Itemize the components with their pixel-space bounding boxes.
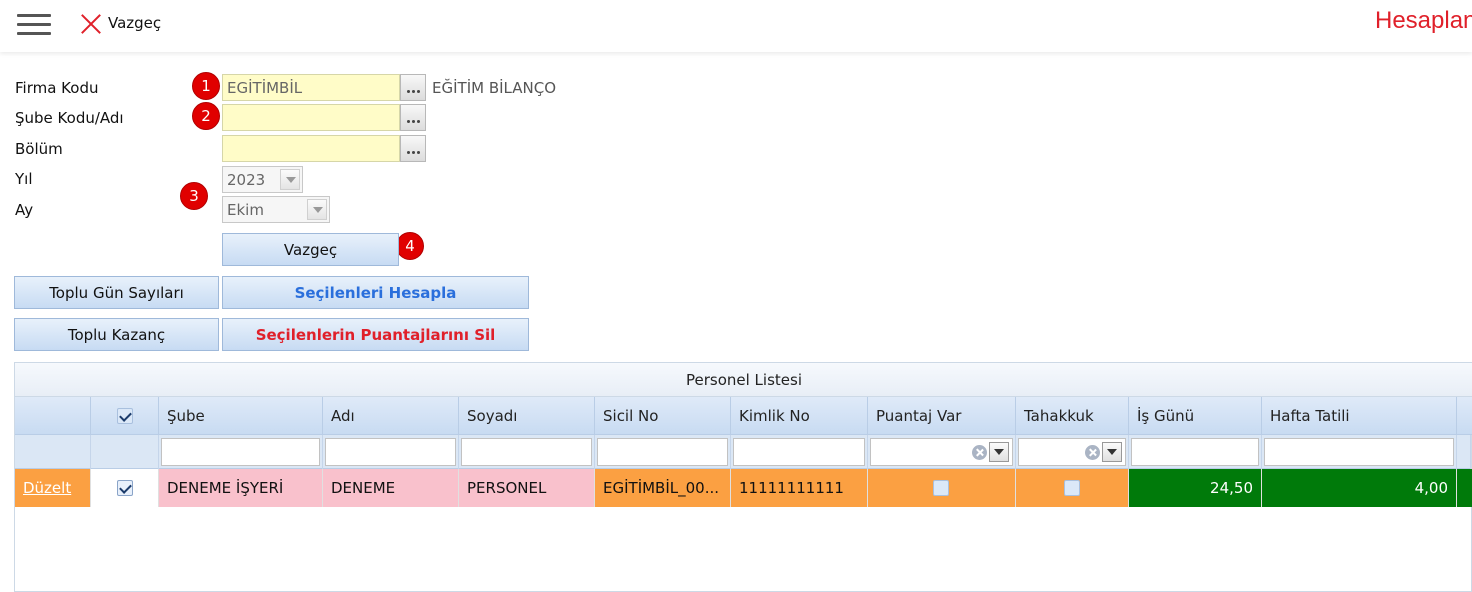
branch-cell: DENEME İŞYERİ bbox=[159, 469, 323, 507]
chevron-down-icon[interactable] bbox=[1102, 442, 1122, 462]
header-edit bbox=[15, 397, 91, 435]
header-accrual[interactable]: Tahakkuk bbox=[1016, 397, 1129, 435]
calculate-selected-button[interactable]: Seçilenleri Hesapla bbox=[222, 276, 529, 309]
filter-branch-input[interactable] bbox=[161, 438, 320, 466]
weekend-cell: 4,00 bbox=[1262, 469, 1457, 507]
filter-surname-input[interactable] bbox=[461, 438, 592, 466]
bulk-earnings-button[interactable]: Toplu Kazanç bbox=[14, 318, 219, 351]
filter-name-input[interactable] bbox=[325, 438, 456, 466]
year-label: Yıl bbox=[15, 170, 33, 188]
registry-cell: EGİTİMBİL_00... bbox=[595, 469, 731, 507]
timesheet-checkbox[interactable] bbox=[933, 480, 949, 496]
header-weekend[interactable]: Hafta Tatili bbox=[1262, 397, 1457, 435]
month-value: Ekim bbox=[227, 201, 264, 219]
step-badge-1: 1 bbox=[192, 72, 220, 100]
section-lookup-button[interactable] bbox=[400, 135, 426, 162]
filter-work-days-input[interactable] bbox=[1131, 438, 1259, 466]
accrual-checkbox[interactable] bbox=[1064, 480, 1080, 496]
header-name[interactable]: Adı bbox=[323, 397, 459, 435]
filter-work-days[interactable] bbox=[1129, 435, 1262, 469]
filter-registry[interactable] bbox=[595, 435, 731, 469]
grid-title: Personel Listesi bbox=[15, 363, 1472, 397]
row-checkbox[interactable] bbox=[117, 480, 133, 496]
bulk-days-button[interactable]: Toplu Gün Sayıları bbox=[14, 276, 219, 309]
more-icon bbox=[406, 109, 421, 127]
filter-accrual[interactable] bbox=[1016, 435, 1129, 469]
header-timesheet[interactable]: Puantaj Var bbox=[868, 397, 1016, 435]
filter-overflow bbox=[1457, 435, 1471, 469]
firm-code-lookup-button[interactable] bbox=[400, 74, 426, 101]
section-input[interactable] bbox=[222, 135, 400, 162]
filter-id-no-input[interactable] bbox=[733, 438, 865, 466]
step-badge-4: 4 bbox=[396, 232, 424, 260]
top-cancel-label: Vazgeç bbox=[108, 14, 162, 32]
edit-cell[interactable]: Düzelt bbox=[15, 469, 91, 507]
filter-registry-input[interactable] bbox=[597, 438, 728, 466]
top-bar: Vazgeç Hesaplan bbox=[0, 0, 1472, 52]
id-no-cell: 11111111111 bbox=[731, 469, 868, 507]
month-select[interactable]: Ekim bbox=[222, 196, 330, 223]
branch-lookup-button[interactable] bbox=[400, 104, 426, 131]
grid-filter-row bbox=[15, 435, 1471, 469]
header-registry[interactable]: Sicil No bbox=[595, 397, 731, 435]
cancel-button[interactable]: Vazgeç bbox=[222, 233, 399, 266]
firm-code-label: Firma Kodu bbox=[15, 79, 99, 97]
table-row[interactable]: Düzelt DENEME İŞYERİ DENEME PERSONEL EGİ… bbox=[15, 469, 1472, 507]
firm-code-input[interactable]: EGİTİMBİL bbox=[222, 74, 400, 101]
select-all-checkbox[interactable] bbox=[117, 408, 133, 424]
filter-weekend[interactable] bbox=[1262, 435, 1457, 469]
clear-icon[interactable] bbox=[1085, 445, 1100, 460]
edit-link[interactable]: Düzelt bbox=[23, 479, 71, 497]
filter-timesheet[interactable] bbox=[868, 435, 1016, 469]
header-branch[interactable]: Şube bbox=[159, 397, 323, 435]
work-days-cell: 24,50 bbox=[1129, 469, 1262, 507]
surname-cell: PERSONEL bbox=[459, 469, 595, 507]
filter-branch[interactable] bbox=[159, 435, 323, 469]
filter-select bbox=[91, 435, 159, 469]
personnel-grid: Personel Listesi Şube Adı Soyadı Sicil N… bbox=[14, 362, 1472, 592]
branch-input[interactable] bbox=[222, 104, 400, 131]
branch-label: Şube Kodu/Adı bbox=[15, 109, 124, 127]
header-surname[interactable]: Soyadı bbox=[459, 397, 595, 435]
chevron-down-icon[interactable] bbox=[280, 169, 300, 190]
step-badge-3: 3 bbox=[180, 182, 208, 210]
header-id-no[interactable]: Kimlik No bbox=[731, 397, 868, 435]
header-work-days[interactable]: İş Günü bbox=[1129, 397, 1262, 435]
timesheet-cell[interactable] bbox=[868, 469, 1016, 507]
overflow-cell bbox=[1457, 469, 1472, 507]
filter-weekend-input[interactable] bbox=[1264, 438, 1454, 466]
year-value: 2023 bbox=[227, 171, 266, 189]
firm-name: EĞİTİM BİLANÇO bbox=[432, 79, 556, 97]
header-select-all[interactable] bbox=[91, 397, 159, 435]
clear-icon[interactable] bbox=[972, 445, 987, 460]
filter-name[interactable] bbox=[323, 435, 459, 469]
more-icon bbox=[406, 79, 421, 97]
month-label: Ay bbox=[15, 201, 34, 219]
more-icon bbox=[406, 140, 421, 158]
delete-selected-timesheets-button[interactable]: Seçilenlerin Puantajlarını Sil bbox=[222, 318, 529, 351]
page-title: Hesaplan bbox=[1375, 7, 1472, 34]
year-select[interactable]: 2023 bbox=[222, 166, 303, 193]
filter-edit bbox=[15, 435, 91, 469]
close-icon bbox=[80, 12, 102, 34]
step-badge-2: 2 bbox=[192, 102, 220, 130]
chevron-down-icon[interactable] bbox=[307, 199, 327, 220]
chevron-down-icon[interactable] bbox=[989, 442, 1009, 462]
section-label: Bölüm bbox=[15, 140, 63, 158]
filter-surname[interactable] bbox=[459, 435, 595, 469]
top-cancel-button[interactable]: Vazgeç bbox=[80, 11, 161, 35]
name-cell: DENEME bbox=[323, 469, 459, 507]
header-overflow bbox=[1457, 397, 1472, 435]
filter-id-no[interactable] bbox=[731, 435, 868, 469]
accrual-cell[interactable] bbox=[1016, 469, 1129, 507]
grid-header-row: Şube Adı Soyadı Sicil No Kimlik No Puant… bbox=[15, 397, 1472, 435]
select-cell[interactable] bbox=[91, 469, 159, 507]
menu-icon[interactable] bbox=[17, 12, 51, 36]
